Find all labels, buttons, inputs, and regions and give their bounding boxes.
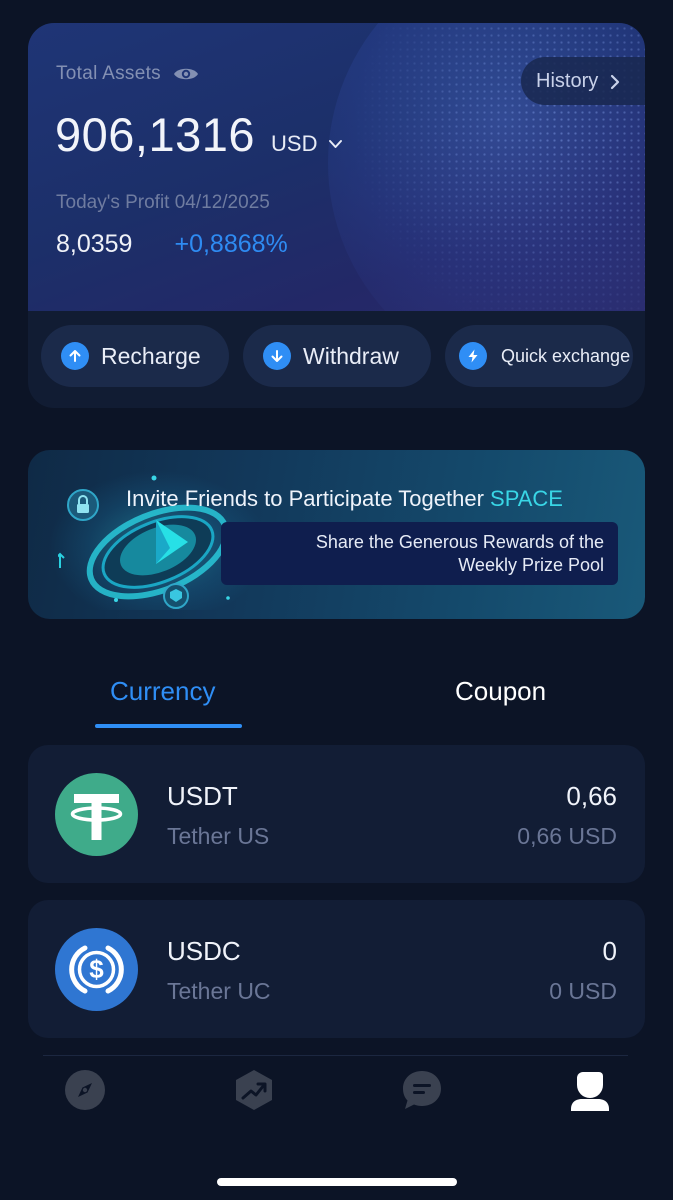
profit-percent: +0,8868% xyxy=(174,230,288,258)
coin-amount: 0 xyxy=(602,936,617,966)
banner-title: Invite Friends to Participate Together S… xyxy=(126,486,563,512)
assets-page: Total Assets History 906,1316 USD Today'… xyxy=(0,0,673,1200)
chevron-down-icon xyxy=(328,140,342,148)
profit-value: 8,0359 xyxy=(56,230,133,258)
eye-icon[interactable] xyxy=(173,65,199,83)
todays-profit-label: Today's Profit 04/12/2025 xyxy=(56,192,270,213)
history-label: History xyxy=(536,69,599,92)
profile-icon xyxy=(571,1072,609,1111)
coin-symbol: USDT xyxy=(167,781,238,811)
banner-title-highlight: SPACE xyxy=(490,486,563,511)
svg-text:$: $ xyxy=(89,954,104,984)
banner-subtitle: Share the Generous Rewards of the Weekly… xyxy=(221,522,618,585)
nav-item-market[interactable] xyxy=(232,1068,276,1112)
lightning-icon xyxy=(459,342,487,370)
currency-label: USD xyxy=(271,131,318,156)
coin-name: Tether UC xyxy=(167,978,271,1004)
home-indicator xyxy=(217,1178,457,1186)
assets-header: Total Assets History 906,1316 USD Today'… xyxy=(28,23,645,311)
tab-coupon[interactable]: Coupon xyxy=(455,676,546,707)
compass-icon xyxy=(65,1070,105,1110)
nav-divider xyxy=(43,1055,628,1056)
quick-exchange-button[interactable]: Quick exchange xyxy=(445,325,633,387)
asset-tabs: Currency Coupon xyxy=(0,668,673,732)
arrow-up-icon xyxy=(61,342,89,370)
tether-icon xyxy=(55,773,138,856)
tab-currency[interactable]: Currency xyxy=(110,676,215,707)
usdc-icon: $ xyxy=(55,928,138,1011)
total-assets-label: Total Assets xyxy=(56,63,161,84)
nav-item-profile[interactable] xyxy=(568,1068,612,1112)
total-assets-value: 906,1316 xyxy=(55,108,256,161)
recharge-button[interactable]: Recharge xyxy=(41,325,229,387)
coin-symbol: USDC xyxy=(167,936,241,966)
coin-item-usdt[interactable]: USDT Tether US 0,66 0,66 USD xyxy=(28,745,645,883)
withdraw-label: Withdraw xyxy=(303,342,399,369)
coin-usd-value: 0,66 USD xyxy=(517,823,617,849)
history-button[interactable]: History xyxy=(521,57,645,105)
invite-banner[interactable]: Invite Friends to Participate Together S… xyxy=(28,450,645,619)
nav-item-discover[interactable] xyxy=(63,1068,107,1112)
quick-exchange-label: Quick exchange xyxy=(501,345,631,366)
banner-subtitle-line2: Weekly Prize Pool xyxy=(458,555,604,575)
nav-item-messages[interactable] xyxy=(400,1068,444,1112)
currency-select[interactable]: USD xyxy=(271,131,342,157)
bottom-nav xyxy=(0,1064,673,1124)
recharge-label: Recharge xyxy=(101,342,201,369)
action-buttons: Recharge Withdraw Quick exchange xyxy=(41,325,633,387)
active-tab-indicator xyxy=(95,724,242,728)
assets-card: Total Assets History 906,1316 USD Today'… xyxy=(28,23,645,408)
coin-usd-value: 0 USD xyxy=(549,978,617,1004)
chevron-right-icon xyxy=(610,73,620,90)
total-assets-label-row: Total Assets xyxy=(56,63,199,85)
total-value-row: 906,1316 USD xyxy=(55,107,343,162)
coin-name: Tether US xyxy=(167,823,270,849)
trend-icon xyxy=(236,1070,272,1110)
banner-title-text: Invite Friends to Participate Together xyxy=(126,486,484,511)
banner-subtitle-line1: Share the Generous Rewards of the xyxy=(315,532,604,552)
coin-amount: 0,66 xyxy=(566,781,617,811)
arrow-down-icon xyxy=(263,342,291,370)
chat-icon xyxy=(403,1071,441,1109)
withdraw-button[interactable]: Withdraw xyxy=(243,325,431,387)
profit-row: 8,0359 +0,8868% xyxy=(56,230,288,259)
coin-item-usdc[interactable]: $ USDC Tether UC 0 0 USD xyxy=(28,900,645,1038)
